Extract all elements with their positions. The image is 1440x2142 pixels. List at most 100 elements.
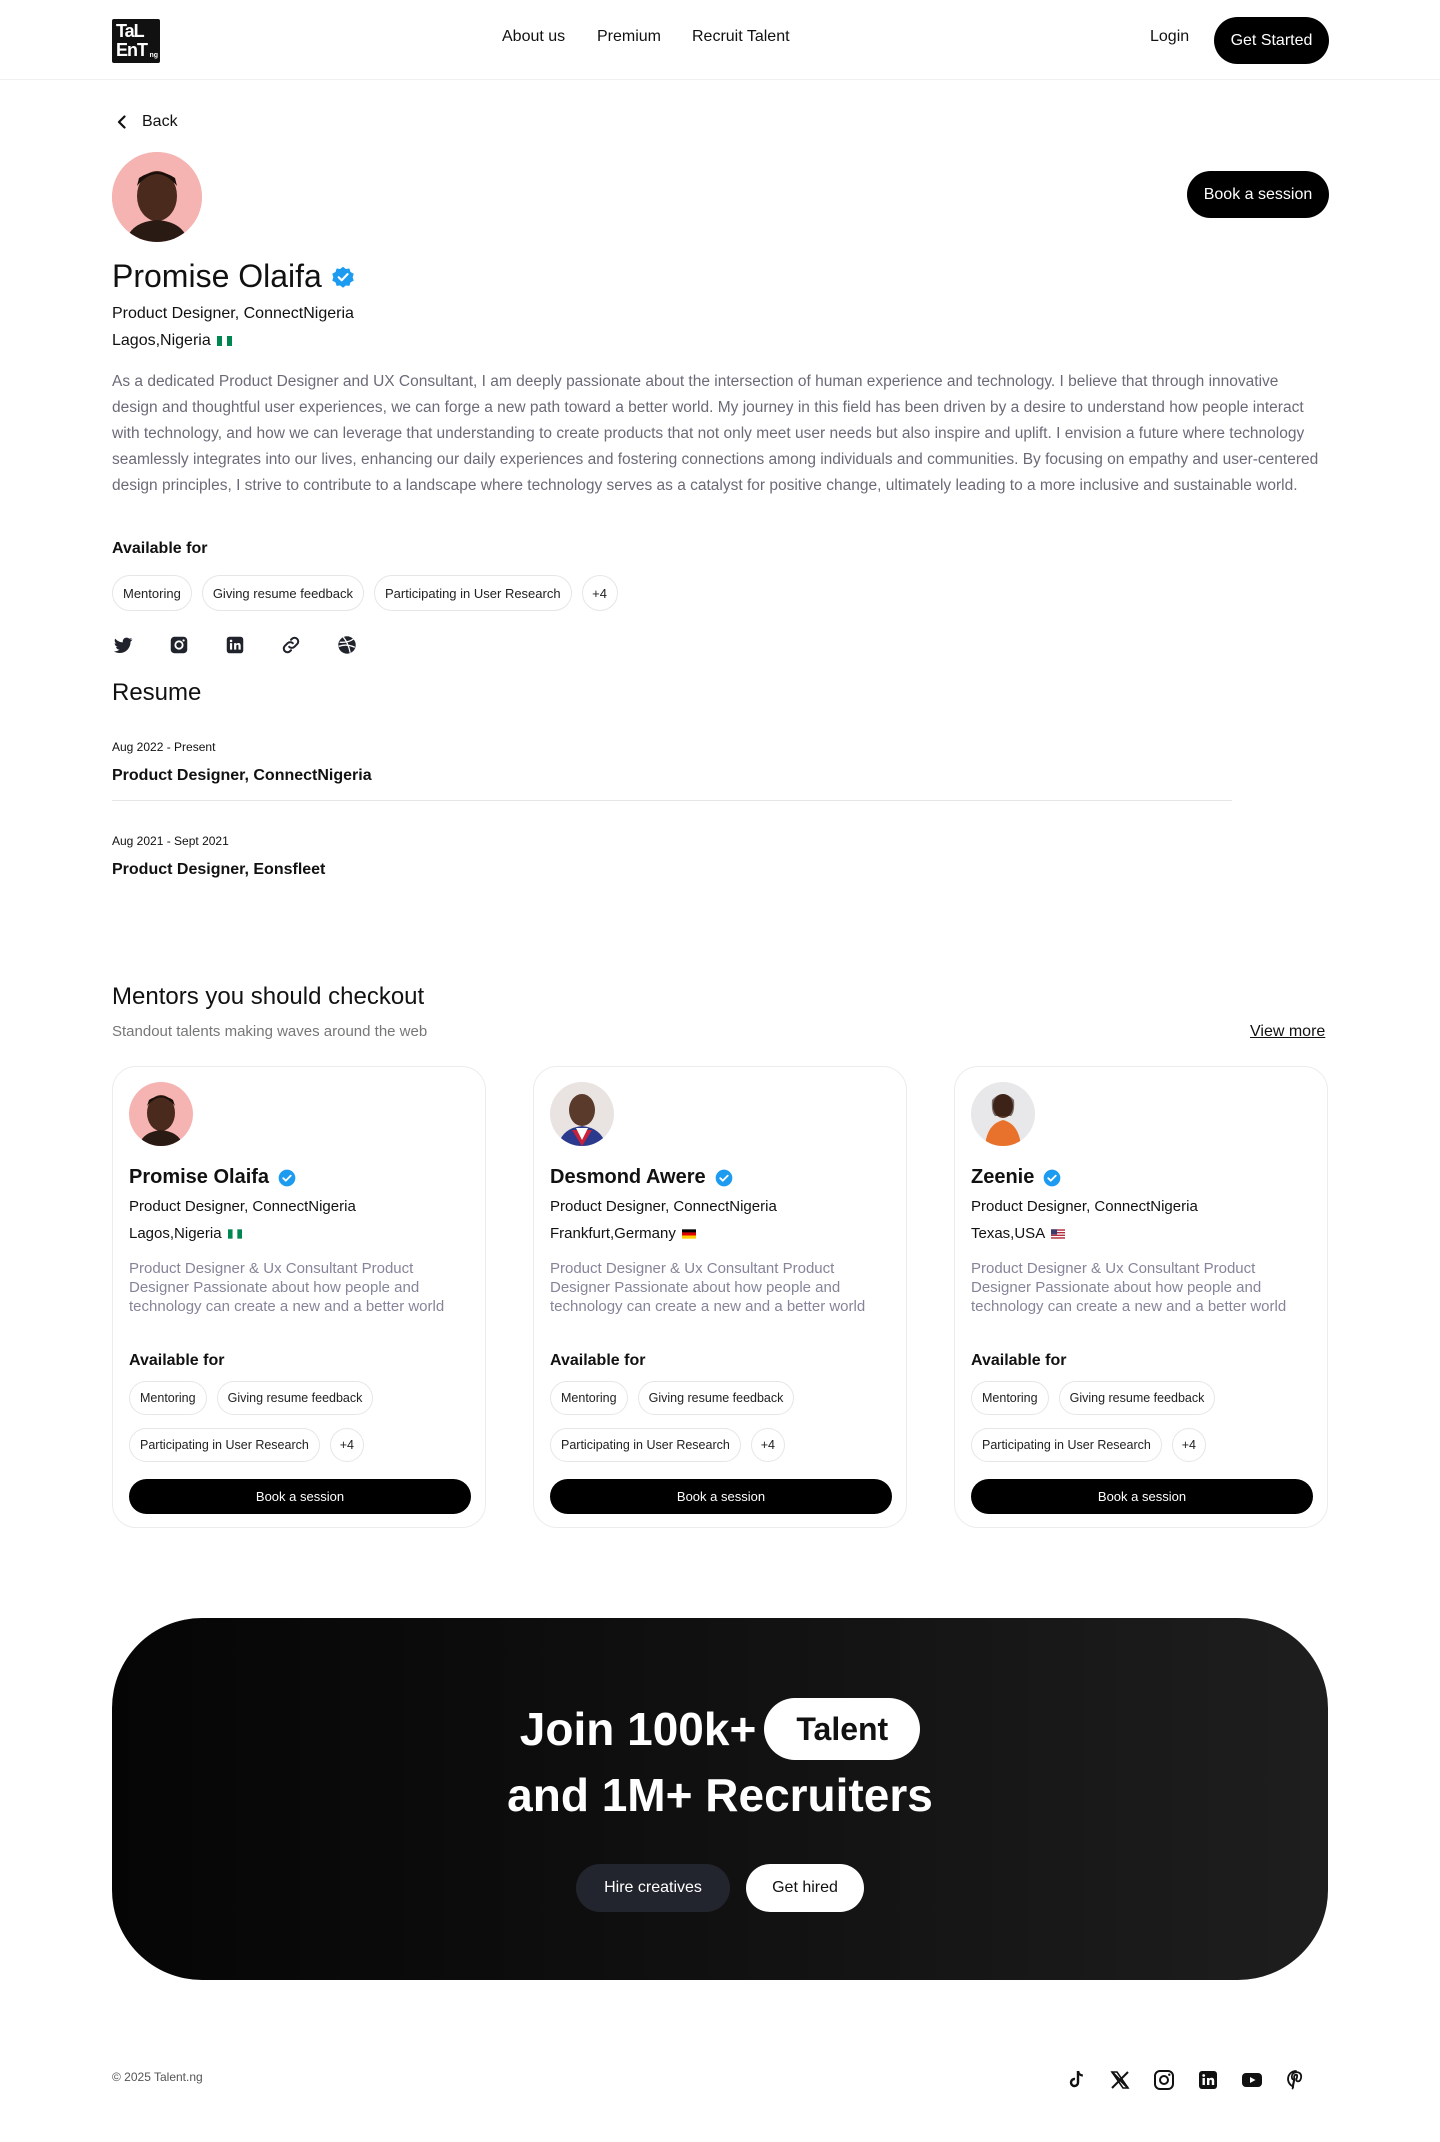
mentor-card[interactable]: Promise Olaifa Product Designer, Connect… [112, 1066, 486, 1528]
resume-entry-date: Aug 2021 - Sept 2021 [112, 834, 229, 848]
mentor-role: Product Designer, ConnectNigeria [129, 1198, 356, 1215]
available-for-heading: Available for [112, 540, 208, 557]
resume-divider [112, 800, 1232, 801]
tag-mentoring[interactable]: Mentoring [971, 1381, 1049, 1415]
available-for-list: Mentoring Giving resume feedback [129, 1381, 374, 1415]
book-session-button[interactable]: Book a session [550, 1479, 892, 1514]
cta-headline-line-1: Join 100k+ Talent [112, 1698, 1328, 1760]
mentor-location: Lagos,Nigeria [129, 1225, 222, 1242]
link-icon[interactable] [280, 634, 302, 656]
cta-buttons: Hire creatives Get hired [112, 1864, 1328, 1912]
tag-resume-feedback[interactable]: Giving resume feedback [201, 575, 364, 611]
mentors-heading: Mentors you should checkout [112, 983, 425, 1010]
join-cta-banner: Join 100k+ Talent and 1M+ Recruiters Hir… [112, 1618, 1328, 1980]
nav-premium[interactable]: Premium [597, 28, 661, 46]
dribbble-icon[interactable] [336, 634, 358, 656]
instagram-icon[interactable] [168, 634, 190, 656]
mentor-name-row: Zeenie [971, 1166, 1062, 1189]
cta-headline-line-2: and 1M+ Recruiters [507, 1769, 933, 1821]
chevron-left-icon [112, 112, 132, 132]
hire-creatives-button[interactable]: Hire creatives [576, 1864, 730, 1912]
verified-badge-icon [1042, 1168, 1062, 1188]
available-for-heading: Available for [971, 1352, 1067, 1369]
tag-more[interactable]: +4 [581, 575, 618, 611]
tag-more[interactable]: +4 [329, 1428, 364, 1462]
tag-mentoring[interactable]: Mentoring [129, 1381, 207, 1415]
available-for-list: Participating in User Research +4 [129, 1428, 364, 1462]
verified-badge-icon [714, 1168, 734, 1188]
book-session-button[interactable]: Book a session [971, 1479, 1313, 1514]
tag-resume-feedback[interactable]: Giving resume feedback [637, 1381, 795, 1415]
profile-role: Product Designer, ConnectNigeria [112, 305, 354, 322]
mentor-role: Product Designer, ConnectNigeria [971, 1198, 1198, 1215]
footer-social-links [1064, 2068, 1308, 2092]
mentor-location: Texas,USA [971, 1225, 1046, 1242]
verified-badge-icon [277, 1168, 297, 1188]
get-hired-button[interactable]: Get hired [746, 1864, 864, 1912]
talent-logo[interactable]: TaL EnT ng [112, 19, 160, 63]
site-header: TaL EnT ng About us Premium Recruit Tale… [0, 0, 1440, 80]
book-session-button[interactable]: Book a session [1187, 171, 1329, 218]
cta-talent-pill: Talent [764, 1698, 921, 1760]
usa-flag-icon [1051, 1228, 1066, 1239]
nigeria-flag-icon [216, 336, 232, 346]
resume-entry-date: Aug 2022 - Present [112, 740, 216, 754]
x-icon[interactable] [1108, 2068, 1132, 2092]
mentor-bio: Product Designer & Ux Consultant Product… [129, 1260, 445, 1315]
mentor-location: Frankfurt,Germany [550, 1225, 676, 1242]
resume-heading: Resume [112, 679, 202, 706]
tag-mentoring[interactable]: Mentoring [112, 575, 192, 611]
login-link[interactable]: Login [1150, 28, 1189, 46]
linkedin-icon[interactable] [224, 634, 246, 656]
mentor-bio: Product Designer & Ux Consultant Product… [550, 1260, 866, 1315]
instagram-icon[interactable] [1152, 2068, 1176, 2092]
tag-user-research[interactable]: Participating in User Research [971, 1428, 1162, 1462]
tag-resume-feedback[interactable]: Giving resume feedback [216, 1381, 374, 1415]
view-more-link[interactable]: View more [1250, 1023, 1325, 1041]
pinterest-icon[interactable] [1284, 2068, 1308, 2092]
avatar [129, 1082, 193, 1146]
avatar [971, 1082, 1035, 1146]
tag-more[interactable]: +4 [750, 1428, 785, 1462]
available-for-heading: Available for [550, 1352, 646, 1369]
mentor-name-row: Promise Olaifa [129, 1166, 297, 1189]
youtube-icon[interactable] [1240, 2068, 1264, 2092]
tag-user-research[interactable]: Participating in User Research [550, 1428, 741, 1462]
nigeria-flag-icon [227, 1228, 242, 1239]
profile-social-links [112, 634, 358, 656]
avatar [550, 1082, 614, 1146]
back-label: Back [142, 113, 178, 130]
tag-user-research[interactable]: Participating in User Research [129, 1428, 320, 1462]
logo-suffix: ng [149, 52, 158, 59]
twitter-icon[interactable] [112, 634, 134, 656]
available-for-list: Participating in User Research +4 [550, 1428, 785, 1462]
mentor-name: Promise Olaifa [129, 1166, 270, 1188]
avatar [112, 152, 202, 242]
nav-about-us[interactable]: About us [502, 28, 565, 46]
available-for-list: Mentoring Giving resume feedback Partici… [112, 575, 618, 611]
available-for-list: Participating in User Research +4 [971, 1428, 1206, 1462]
mentor-role: Product Designer, ConnectNigeria [550, 1198, 777, 1215]
germany-flag-icon [681, 1228, 696, 1239]
nav-recruit-talent[interactable]: Recruit Talent [692, 28, 790, 46]
mentor-card[interactable]: Desmond Awere Product Designer, ConnectN… [533, 1066, 907, 1528]
mentor-card[interactable]: Zeenie Product Designer, ConnectNigeria … [954, 1066, 1328, 1528]
tag-resume-feedback[interactable]: Giving resume feedback [1058, 1381, 1216, 1415]
available-for-list: Mentoring Giving resume feedback [550, 1381, 795, 1415]
verified-badge-icon [330, 264, 356, 290]
mentors-subtitle: Standout talents making waves around the… [112, 1023, 428, 1040]
book-session-button[interactable]: Book a session [129, 1479, 471, 1514]
mentor-bio: Product Designer & Ux Consultant Product… [971, 1260, 1287, 1315]
linkedin-icon[interactable] [1196, 2068, 1220, 2092]
back-link[interactable]: Back [112, 112, 178, 132]
resume-entry-role: Product Designer, Eonsfleet [112, 861, 326, 878]
tag-more[interactable]: +4 [1171, 1428, 1206, 1462]
get-started-button[interactable]: Get Started [1214, 17, 1329, 64]
available-for-list: Mentoring Giving resume feedback [971, 1381, 1216, 1415]
tag-user-research[interactable]: Participating in User Research [374, 575, 572, 611]
tiktok-icon[interactable] [1064, 2068, 1088, 2092]
tag-mentoring[interactable]: Mentoring [550, 1381, 628, 1415]
profile-name: Promise Olaifa [112, 258, 322, 294]
copyright-text: © 2025 Talent.ng [112, 2070, 203, 2084]
mentor-location-row: Texas,USA [971, 1225, 1066, 1242]
